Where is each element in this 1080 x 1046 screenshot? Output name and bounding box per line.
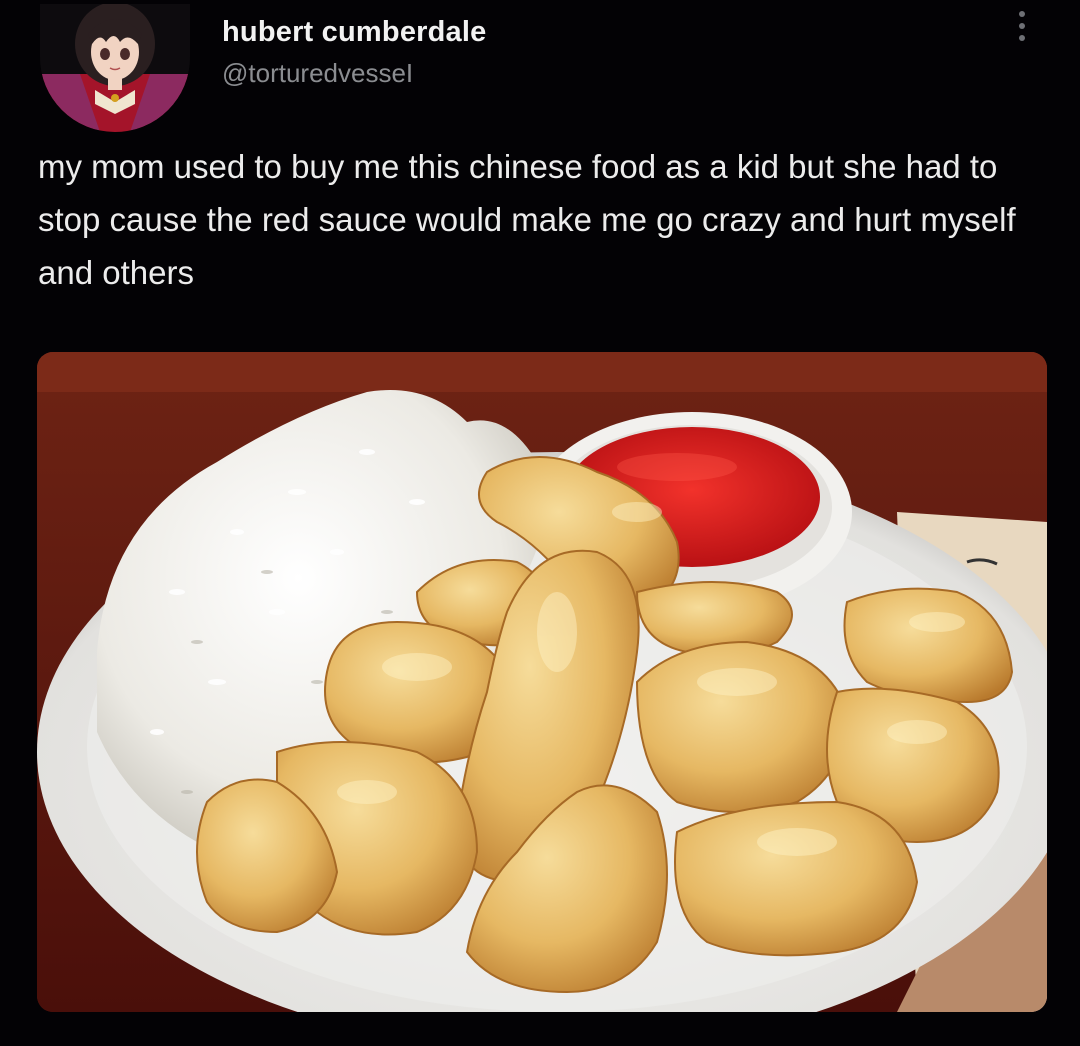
author-avatar[interactable] (40, 4, 190, 132)
tweet: hubert cumberdale @torturedvesseI my mom… (0, 0, 1080, 1046)
anime-avatar-icon (40, 4, 190, 132)
food-photo (37, 352, 1047, 1012)
more-options-button[interactable] (1008, 6, 1036, 46)
tweet-text: my mom used to buy me this chinese food … (38, 148, 1016, 291)
more-vertical-icon (1019, 11, 1025, 41)
author-display-name[interactable]: hubert cumberdale (222, 16, 486, 49)
tweet-media[interactable] (37, 352, 1047, 1012)
author-handle[interactable]: @torturedvesseI (222, 58, 413, 89)
